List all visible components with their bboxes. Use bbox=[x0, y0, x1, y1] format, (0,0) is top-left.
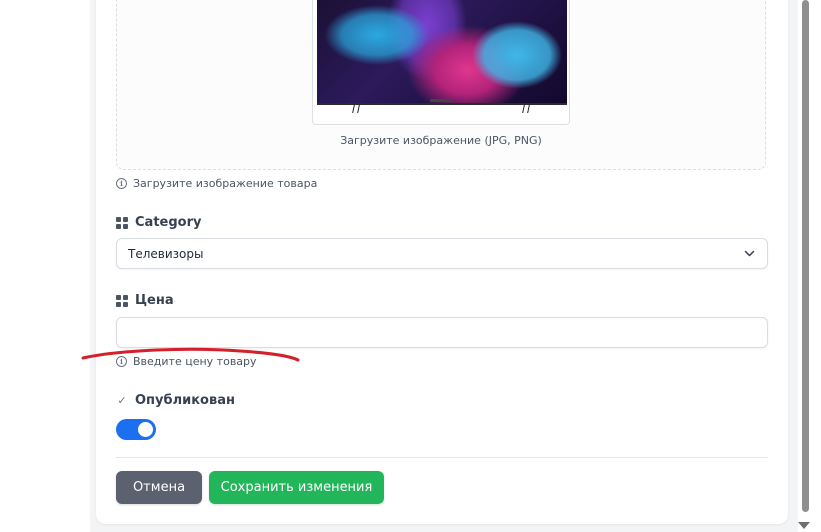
price-input[interactable] bbox=[116, 317, 768, 348]
upload-help-text: Загрузите изображение товара bbox=[133, 177, 318, 190]
category-select[interactable]: Телевизоры bbox=[116, 238, 768, 269]
check-icon: ✓ bbox=[117, 393, 127, 407]
category-select-value: Телевизоры bbox=[128, 247, 204, 261]
grid-icon bbox=[116, 294, 128, 307]
form-divider bbox=[116, 457, 768, 458]
tv-leg-right bbox=[522, 105, 530, 113]
published-label: ✓ Опубликован bbox=[116, 393, 235, 408]
image-preview bbox=[312, 0, 570, 125]
info-icon: i bbox=[116, 178, 127, 189]
published-toggle[interactable] bbox=[116, 419, 156, 440]
published-label-text: Опубликован bbox=[135, 393, 235, 408]
tv-leg-left bbox=[352, 105, 360, 113]
toggle-knob bbox=[138, 422, 153, 437]
scrollbar-thumb[interactable] bbox=[802, 0, 809, 512]
cancel-button[interactable]: Отмена bbox=[116, 471, 202, 504]
chevron-down-icon bbox=[744, 250, 755, 257]
save-changes-button[interactable]: Сохранить изменения bbox=[209, 471, 384, 504]
category-label-text: Category bbox=[135, 215, 202, 230]
scroll-down-arrow-icon[interactable] bbox=[798, 522, 810, 529]
category-label: Category bbox=[116, 215, 201, 230]
upload-hint: Загрузите изображение (JPG, PNG) bbox=[340, 134, 542, 147]
tv-preview-image bbox=[317, 0, 567, 105]
price-label-text: Цена bbox=[135, 293, 174, 308]
red-underline-annotation bbox=[81, 347, 300, 362]
upload-help: i Загрузите изображение товара bbox=[116, 177, 317, 190]
tv-logo bbox=[430, 99, 452, 102]
grid-icon bbox=[116, 216, 128, 229]
price-label: Цена bbox=[116, 293, 174, 308]
